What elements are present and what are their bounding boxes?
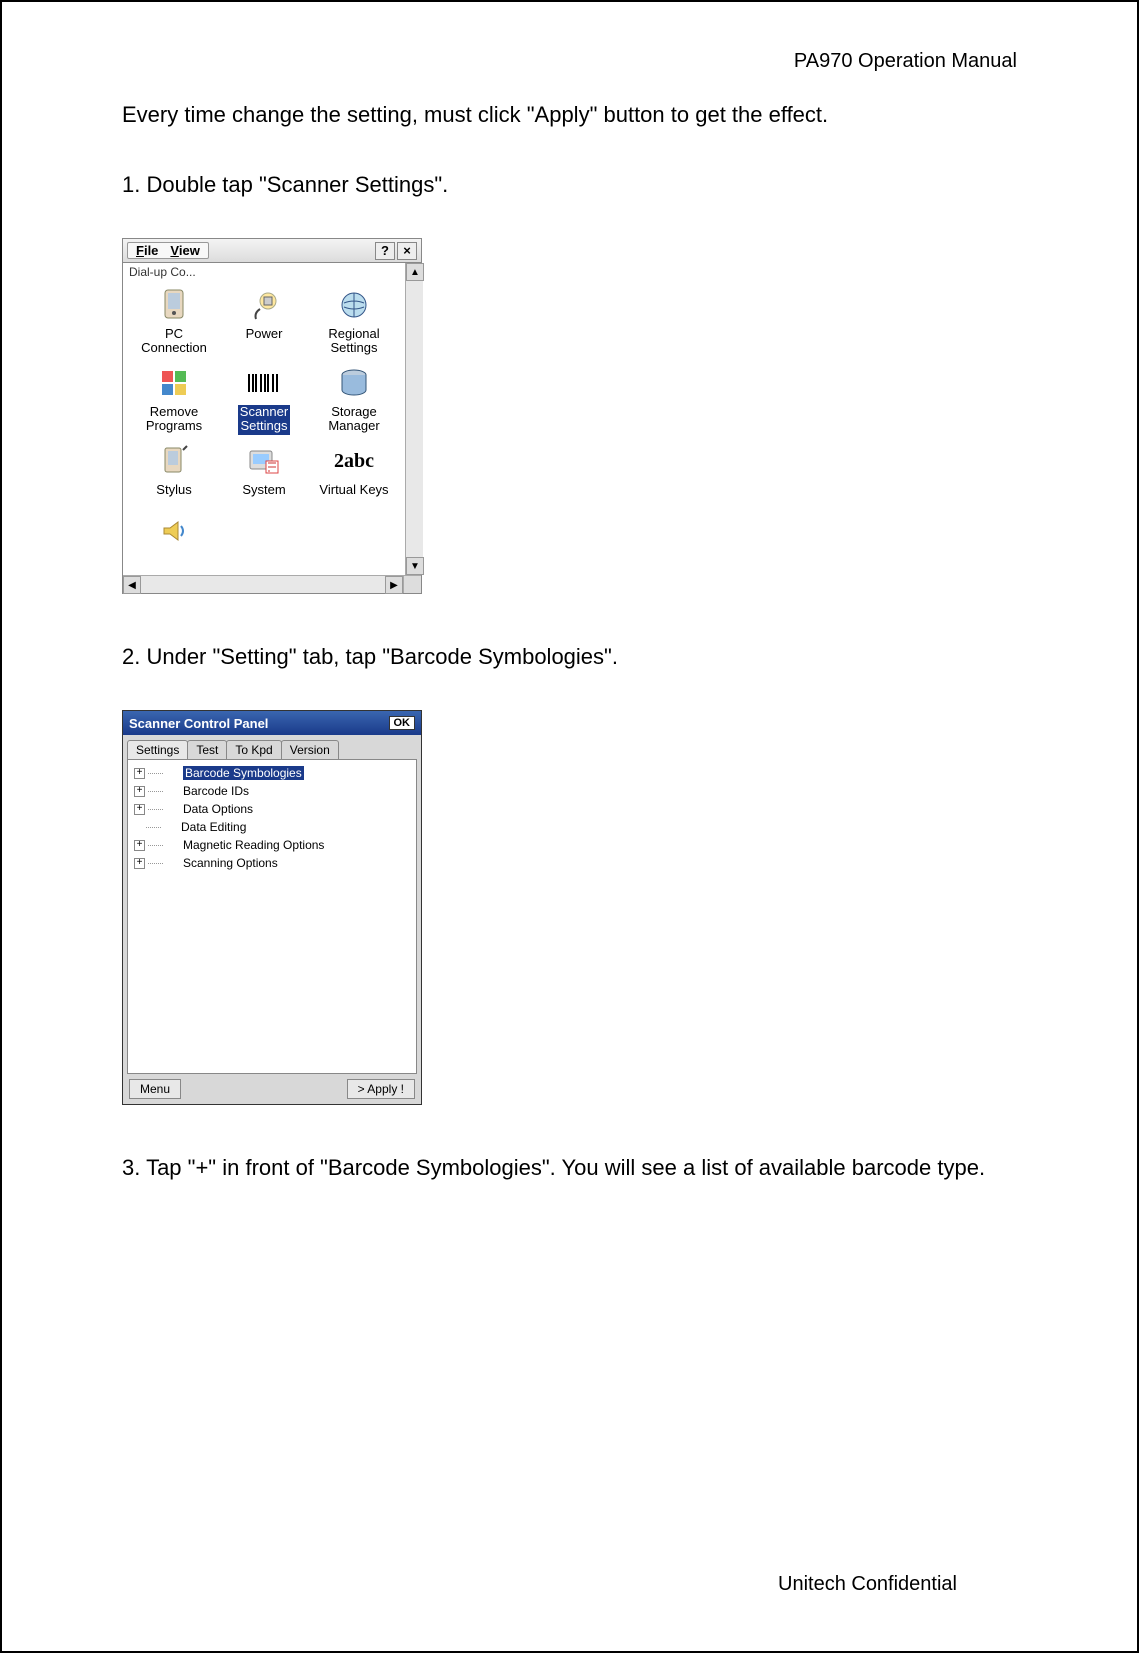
- tab-settings[interactable]: Settings: [127, 740, 188, 759]
- ok-button[interactable]: OK: [389, 716, 416, 730]
- icon-label: RegionalSettings: [309, 327, 399, 357]
- icon-label-selected: ScannerSettings: [219, 403, 309, 435]
- close-button[interactable]: ×: [397, 242, 417, 260]
- expand-icon[interactable]: +: [134, 840, 145, 851]
- icon-label: PCConnection: [129, 327, 219, 357]
- icon-label: Stylus: [129, 483, 219, 513]
- tree-node-scanning-options[interactable]: + ········ Scanning Options: [130, 854, 414, 872]
- document-page: PA970 Operation Manual Every time change…: [0, 0, 1139, 1653]
- icon-system[interactable]: System: [219, 441, 309, 513]
- page-header: PA970 Operation Manual: [794, 50, 1017, 73]
- scroll-left-button[interactable]: ◀: [123, 576, 141, 594]
- expand-icon[interactable]: +: [134, 804, 145, 815]
- tab-version[interactable]: Version: [281, 740, 339, 759]
- icon-partial[interactable]: [129, 519, 219, 543]
- control-panel-screenshot: File View ? × Dial-up Co...: [122, 238, 422, 594]
- tab-bar: Settings Test To Kpd Version: [123, 735, 421, 759]
- tree-node-data-editing[interactable]: ········ Data Editing: [130, 818, 414, 836]
- icon-scanner-settings[interactable]: ScannerSettings: [219, 363, 309, 435]
- icon-remove-programs[interactable]: RemovePrograms: [129, 363, 219, 435]
- tree-label: Scanning Options: [183, 856, 278, 870]
- database-icon: [309, 363, 399, 403]
- intro-text: Every time change the setting, must clic…: [122, 97, 1017, 132]
- icon-label: Power: [219, 327, 309, 357]
- tree-connector: ········: [147, 768, 183, 778]
- pda-icon: [129, 285, 219, 325]
- speaker-icon: [129, 519, 219, 543]
- stylus-icon: [129, 441, 219, 481]
- tree-node-barcode-ids[interactable]: + ········ Barcode IDs: [130, 782, 414, 800]
- tree-label: Barcode IDs: [183, 784, 249, 798]
- expand-icon[interactable]: +: [134, 768, 145, 779]
- apply-button[interactable]: > Apply !: [347, 1079, 415, 1099]
- bottom-bar: Menu > Apply !: [123, 1074, 421, 1104]
- plug-icon: [219, 285, 309, 325]
- scroll-right-button[interactable]: ▶: [385, 576, 403, 594]
- tree-node-magnetic-reading[interactable]: + ········ Magnetic Reading Options: [130, 836, 414, 854]
- settings-tree: + ········ Barcode Symbologies + ·······…: [127, 759, 417, 1074]
- tree-connector: ········: [147, 804, 183, 814]
- tree-label: Data Options: [183, 802, 253, 816]
- icon-label: System: [219, 483, 309, 513]
- icon-label: Virtual Keys: [309, 483, 399, 513]
- scanner-control-panel-screenshot: Scanner Control Panel OK Settings Test T…: [122, 710, 422, 1105]
- menu-file[interactable]: File: [130, 243, 164, 258]
- scroll-up-button[interactable]: ▲: [406, 263, 424, 281]
- vertical-scrollbar[interactable]: ▲ ▼: [405, 263, 423, 575]
- tree-connector: ········: [147, 858, 183, 868]
- tab-to-kpd[interactable]: To Kpd: [226, 740, 281, 759]
- tree-node-data-options[interactable]: + ········ Data Options: [130, 800, 414, 818]
- system-icon: [219, 441, 309, 481]
- step-1-text: 1. Double tap "Scanner Settings".: [122, 172, 1017, 198]
- truncated-label: Dial-up Co...: [129, 265, 399, 279]
- help-button[interactable]: ?: [375, 242, 395, 260]
- icon-virtual-keys[interactable]: 2abc Virtual Keys: [309, 441, 399, 513]
- icon-label: RemovePrograms: [129, 405, 219, 435]
- horizontal-scrollbar[interactable]: ◀ ▶: [123, 575, 421, 593]
- windows-icon: [129, 363, 219, 403]
- step-3-text: 3. Tap "+" in front of "Barcode Symbolog…: [122, 1155, 1017, 1181]
- tab-test[interactable]: Test: [187, 740, 227, 759]
- icon-storage-manager[interactable]: StorageManager: [309, 363, 399, 435]
- globe-icon: [309, 285, 399, 325]
- tree-label: Barcode Symbologies: [183, 766, 304, 780]
- window-title: Scanner Control Panel: [129, 716, 268, 731]
- expand-icon[interactable]: +: [134, 786, 145, 797]
- scroll-down-button[interactable]: ▼: [406, 557, 424, 575]
- menubar: File View ? ×: [123, 239, 421, 263]
- icon-regional-settings[interactable]: RegionalSettings: [309, 285, 399, 357]
- tree-connector: ········: [147, 786, 183, 796]
- icon-stylus[interactable]: Stylus: [129, 441, 219, 513]
- step-2-text: 2. Under "Setting" tab, tap "Barcode Sym…: [122, 644, 1017, 670]
- window-titlebar: Scanner Control Panel OK: [123, 711, 421, 735]
- expand-icon[interactable]: +: [134, 858, 145, 869]
- barcode-icon: [219, 363, 309, 403]
- tree-connector: ········: [147, 840, 183, 850]
- icon-power[interactable]: Power: [219, 285, 309, 357]
- tree-node-barcode-symbologies[interactable]: + ········ Barcode Symbologies: [130, 764, 414, 782]
- icon-pc-connection[interactable]: PCConnection: [129, 285, 219, 357]
- tree-connector: ········: [145, 822, 181, 832]
- tree-label: Data Editing: [181, 820, 246, 834]
- menu-button[interactable]: Menu: [129, 1079, 181, 1099]
- tree-label: Magnetic Reading Options: [183, 838, 324, 852]
- menu-view[interactable]: View: [164, 243, 205, 258]
- icon-label: StorageManager: [309, 405, 399, 435]
- keyboard-icon: 2abc: [309, 441, 399, 481]
- page-footer: Unitech Confidential: [778, 1573, 957, 1596]
